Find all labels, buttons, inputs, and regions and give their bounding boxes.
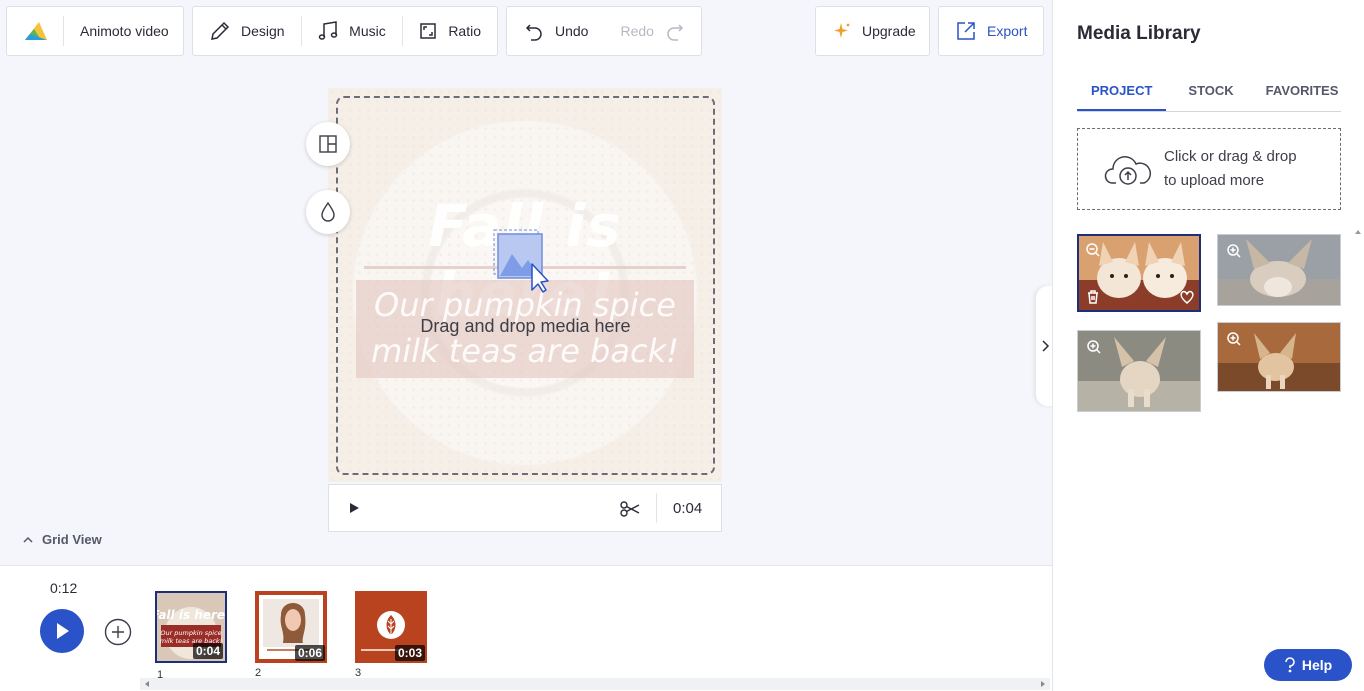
music-note-icon — [318, 21, 338, 40]
scene-duration: 0:04 — [673, 500, 703, 517]
upgrade-group: Upgrade — [815, 6, 930, 56]
help-button[interactable]: Help — [1264, 649, 1352, 681]
project-name-group: Animoto video — [6, 6, 184, 56]
zoom-in-icon[interactable] — [1226, 243, 1242, 259]
droplet-icon — [321, 201, 335, 222]
drop-prompt-text: Drag and drop media here — [420, 316, 631, 336]
pencil-icon — [211, 21, 230, 40]
layout-tool-button[interactable] — [306, 122, 350, 166]
help-label: Help — [1301, 657, 1333, 673]
question-icon — [1285, 657, 1295, 673]
scene-player: 0:04 — [328, 484, 722, 532]
design-label: Design — [241, 23, 285, 39]
total-duration: 0:12 — [50, 580, 78, 596]
upload-text: Click or drag & drop to upload more — [1164, 145, 1297, 193]
undo-button[interactable]: Undo — [507, 7, 604, 55]
zoom-in-icon[interactable] — [1226, 331, 1242, 347]
cloud-upload-icon — [1104, 156, 1152, 185]
play-icon — [57, 623, 69, 639]
upgrade-button[interactable]: Upgrade — [816, 7, 932, 55]
zoom-out-icon[interactable] — [1085, 242, 1101, 258]
tab-stock[interactable]: STOCK — [1166, 80, 1247, 111]
media-library-panel: Media Library PROJECT STOCK FAVORITES Cl… — [1052, 0, 1364, 691]
sparkle-icon — [834, 23, 850, 38]
redo-icon — [667, 24, 683, 41]
heart-icon[interactable] — [1179, 289, 1195, 305]
upload-text-line2: to upload more — [1164, 172, 1265, 189]
media-thumbnail[interactable] — [1217, 322, 1341, 392]
media-thumbnail[interactable] — [1077, 234, 1201, 312]
timeline-clip[interactable]: 0:03 3 — [355, 591, 427, 679]
clip-duration: 0:04 — [192, 643, 223, 659]
scroll-left-icon[interactable] — [142, 678, 152, 690]
layout-icon — [319, 135, 337, 153]
player-divider — [656, 493, 657, 523]
redo-button[interactable]: Redo — [604, 7, 701, 55]
edit-tools-group: Design Music Ratio — [192, 6, 498, 56]
design-button[interactable]: Design — [193, 7, 301, 55]
add-scene-icon[interactable] — [104, 618, 132, 646]
media-tabs: PROJECT STOCK FAVORITES — [1077, 80, 1341, 112]
panel-scrollbar[interactable] — [1354, 228, 1362, 688]
history-group: Undo Redo — [506, 6, 702, 56]
export-label: Export — [987, 23, 1028, 39]
aspect-ratio-icon — [420, 23, 437, 39]
timeline: 0:12 Fall is here! Our pumpkin spice mil… — [0, 565, 1052, 691]
project-name-button[interactable]: Animoto video — [64, 7, 177, 55]
clip-duration: 0:03 — [394, 645, 425, 661]
ratio-button[interactable]: Ratio — [402, 7, 497, 55]
export-button[interactable]: Export — [939, 7, 1043, 55]
play-all-button[interactable] — [40, 609, 84, 653]
upload-text-line1: Click or drag & drop — [1164, 148, 1297, 165]
color-tool-button[interactable] — [306, 190, 350, 234]
timeline-clip[interactable]: Fall is here! Our pumpkin spice milk tea… — [152, 591, 230, 681]
upload-drop-area[interactable]: Click or drag & drop to upload more — [1077, 128, 1341, 210]
play-icon[interactable] — [347, 501, 361, 515]
svg-text:Our pumpkin spice: Our pumpkin spice — [160, 629, 221, 637]
redo-label: Redo — [620, 23, 654, 39]
undo-icon — [525, 24, 542, 41]
media-thumbnail[interactable] — [1077, 330, 1201, 412]
chevron-up-icon — [23, 536, 33, 543]
scroll-up-icon[interactable] — [1354, 228, 1362, 236]
upgrade-label: Upgrade — [862, 23, 916, 39]
timeline-scrollbar[interactable] — [140, 678, 1050, 690]
grid-view-toggle[interactable]: Grid View — [22, 532, 102, 547]
tab-favorites[interactable]: FAVORITES — [1248, 80, 1353, 111]
timeline-clip[interactable]: 0:06 2 — [255, 591, 327, 679]
scissors-icon[interactable] — [619, 498, 641, 520]
trash-icon[interactable] — [1085, 289, 1101, 305]
ratio-label: Ratio — [448, 23, 481, 39]
panel-title: Media Library — [1077, 23, 1201, 44]
export-icon — [957, 22, 975, 40]
music-label: Music — [349, 23, 386, 39]
media-thumbnail[interactable] — [1217, 234, 1341, 306]
tab-project[interactable]: PROJECT — [1077, 80, 1167, 111]
scroll-right-icon[interactable] — [1038, 678, 1048, 690]
zoom-in-icon[interactable] — [1086, 339, 1102, 355]
image-drop-icon — [493, 229, 549, 293]
grid-view-label: Grid View — [42, 532, 102, 547]
export-group: Export — [938, 6, 1044, 56]
animoto-logo-icon[interactable] — [7, 7, 63, 55]
clip-duration: 0:06 — [294, 645, 325, 661]
music-button[interactable]: Music — [301, 7, 402, 55]
svg-text:Fall is here!: Fall is here! — [157, 608, 225, 622]
undo-label: Undo — [555, 23, 589, 39]
chevron-right-icon — [1042, 340, 1050, 352]
